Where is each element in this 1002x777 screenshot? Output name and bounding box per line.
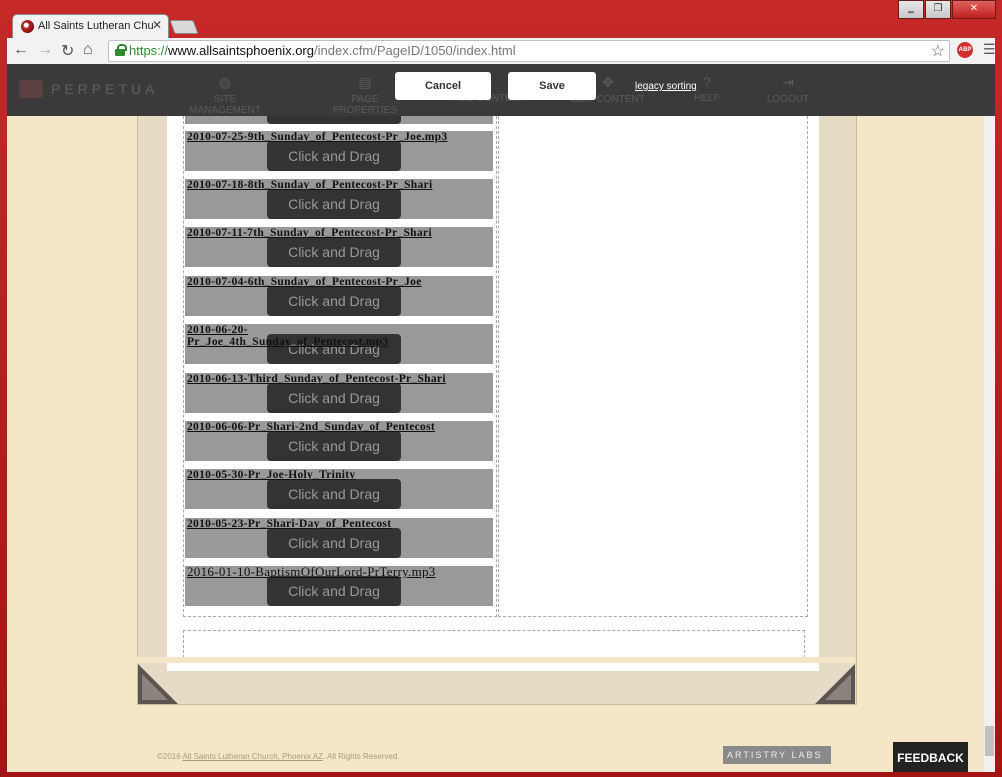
- adblock-icon[interactable]: ABP: [957, 42, 973, 58]
- perpetua-logo-icon: [19, 80, 43, 98]
- list-item[interactable]: Click and Drag 2016-01-10-BaptismOfOurLo…: [185, 566, 493, 606]
- list-item[interactable]: Click and Drag 2010-06-13-Third_Sunday_o…: [185, 373, 493, 413]
- browser-window: All Saints Lutheran Church ✕ ‗ ❐ ✕ ← → ↻…: [0, 0, 1002, 777]
- file-link[interactable]: 2016-01-10-BaptismOfOurLord-PrTerry.mp3: [187, 566, 493, 578]
- forward-icon[interactable]: →: [37, 41, 53, 59]
- file-link[interactable]: 2010-06-13-Third_Sunday_of_Pentecost-Pr_…: [187, 373, 493, 385]
- nav-label: HELP: [693, 93, 721, 104]
- scroll-thumb[interactable]: [985, 726, 994, 756]
- save-button[interactable]: Save: [508, 72, 596, 100]
- bookmark-star-icon[interactable]: ☆: [931, 41, 945, 61]
- url-text: https://www.allsaintsphoenix.org/index.c…: [129, 43, 516, 58]
- reload-icon[interactable]: ↻: [61, 41, 74, 61]
- file-link[interactable]: 2010-05-30-Pr_Joe-Holy_Trinity: [187, 469, 493, 481]
- nav-label: LOGOUT: [766, 94, 810, 105]
- list-item[interactable]: Click and Drag 2010-05-23-Pr_Shari-Day_o…: [185, 518, 493, 558]
- file-link[interactable]: 2010-07-04-6th_Sunday_of_Pentecost-Pr_Jo…: [187, 276, 493, 288]
- perpetua-logo[interactable]: PERPETUA: [19, 80, 158, 98]
- nav-logout[interactable]: ⇥ LOGOUT: [765, 74, 811, 105]
- minimize-button[interactable]: ‗: [898, 0, 924, 19]
- home-icon[interactable]: ⌂: [83, 41, 93, 59]
- new-tab-button[interactable]: [169, 20, 199, 34]
- drag-handle[interactable]: Click and Drag: [267, 479, 401, 509]
- photo-corner-icon: [815, 664, 855, 704]
- parchment-bottom-edge: [137, 657, 855, 663]
- close-window-button[interactable]: ✕: [952, 0, 996, 19]
- list-item[interactable]: Click and Drag 2010-07-11-7th_Sunday_of_…: [185, 227, 493, 267]
- cancel-button[interactable]: Cancel: [395, 72, 491, 100]
- artistry-labs-badge[interactable]: ARTISTRY LABS: [723, 746, 831, 764]
- feedback-button[interactable]: FEEDBACK: [893, 742, 968, 772]
- list-item[interactable]: Click and Drag 2010-07-18-8th_Sunday_of_…: [185, 179, 493, 219]
- logo-text: PERPETUA: [51, 81, 159, 97]
- browser-tab[interactable]: All Saints Lutheran Church ✕: [12, 14, 169, 39]
- tab-title: All Saints Lutheran Church: [38, 20, 153, 32]
- lock-icon: [115, 44, 127, 56]
- file-link[interactable]: 2010-07-11-7th_Sunday_of_Pentecost-Pr_Sh…: [187, 227, 493, 239]
- drag-handle[interactable]: Click and Drag: [267, 431, 401, 461]
- browser-menu-icon[interactable]: ☰: [983, 41, 996, 58]
- list-item[interactable]: Click and Drag 2010-07-25-9th_Sunday_of_…: [185, 131, 493, 171]
- drag-handle[interactable]: Click and Drag: [267, 189, 401, 219]
- drag-handle[interactable]: [267, 116, 401, 124]
- drag-handle[interactable]: Click and Drag: [267, 237, 401, 267]
- nav-site-management[interactable]: ◍ SITE MANAGEMENT: [179, 74, 271, 116]
- cms-toolbar: PERPETUA ◍ SITE MANAGEMENT ▤ PAGE PROPER…: [7, 64, 995, 116]
- right-column-dropzone: [498, 116, 808, 617]
- church-favicon-icon: [21, 20, 34, 33]
- back-icon[interactable]: ←: [13, 41, 29, 59]
- partial-list-item[interactable]: [185, 116, 493, 124]
- file-link[interactable]: 2010-06-20- Pr_Joe_4th_Sunday_of_Penteco…: [187, 324, 493, 348]
- nav-label: SITE MANAGEMENT: [189, 94, 261, 116]
- window-controls: ‗ ❐ ✕: [897, 0, 996, 19]
- list-item[interactable]: Click and Drag 2010-07-04-6th_Sunday_of_…: [185, 276, 493, 316]
- list-item[interactable]: Click and Drag 2010-05-30-Pr_Joe-Holy_Tr…: [185, 469, 493, 509]
- page-content: Click and Drag 2010-07-25-9th_Sunday_of_…: [7, 116, 984, 772]
- drag-handle[interactable]: Click and Drag: [267, 383, 401, 413]
- file-link[interactable]: 2010-07-25-9th_Sunday_of_Pentecost-Pr_Jo…: [187, 131, 493, 143]
- legacy-sorting-link[interactable]: legacy sorting: [635, 81, 697, 92]
- list-item[interactable]: Click and Drag 2010-06-20- Pr_Joe_4th_Su…: [185, 324, 493, 364]
- tab-close-icon[interactable]: ✕: [152, 18, 162, 32]
- copyright-text: ©2016 All Saints Lutheran Church, Phoeni…: [157, 752, 400, 761]
- drag-handle[interactable]: Click and Drag: [267, 141, 401, 171]
- file-link[interactable]: 2010-05-23-Pr_Shari-Day_of_Pentecost: [187, 518, 493, 530]
- list-item[interactable]: Click and Drag 2010-06-06-Pr_Shari-2nd_S…: [185, 421, 493, 461]
- drag-handle[interactable]: Click and Drag: [267, 286, 401, 316]
- maximize-button[interactable]: ❐: [925, 0, 951, 19]
- bottom-dropzone: [183, 630, 805, 658]
- file-link[interactable]: 2010-07-18-8th_Sunday_of_Pentecost-Pr_Sh…: [187, 179, 493, 191]
- church-link[interactable]: All Saints Lutheran Church, Phoenix AZ: [182, 752, 323, 761]
- nav-label: PAGE PROPERTIES: [332, 94, 398, 116]
- logout-icon: ⇥: [782, 74, 794, 90]
- photo-corner-icon: [138, 664, 178, 704]
- drag-handle[interactable]: Click and Drag: [267, 528, 401, 558]
- globe-icon: ◍: [218, 74, 232, 90]
- address-bar[interactable]: https://www.allsaintsphoenix.org/index.c…: [108, 40, 950, 62]
- browser-toolbar: ← → ↻ ⌂ https://www.allsaintsphoenix.org…: [7, 38, 996, 65]
- page-scrollbar[interactable]: [984, 116, 995, 772]
- drag-handle[interactable]: Click and Drag: [267, 576, 401, 606]
- file-link[interactable]: 2010-06-06-Pr_Shari-2nd_Sunday_of_Pentec…: [187, 421, 493, 433]
